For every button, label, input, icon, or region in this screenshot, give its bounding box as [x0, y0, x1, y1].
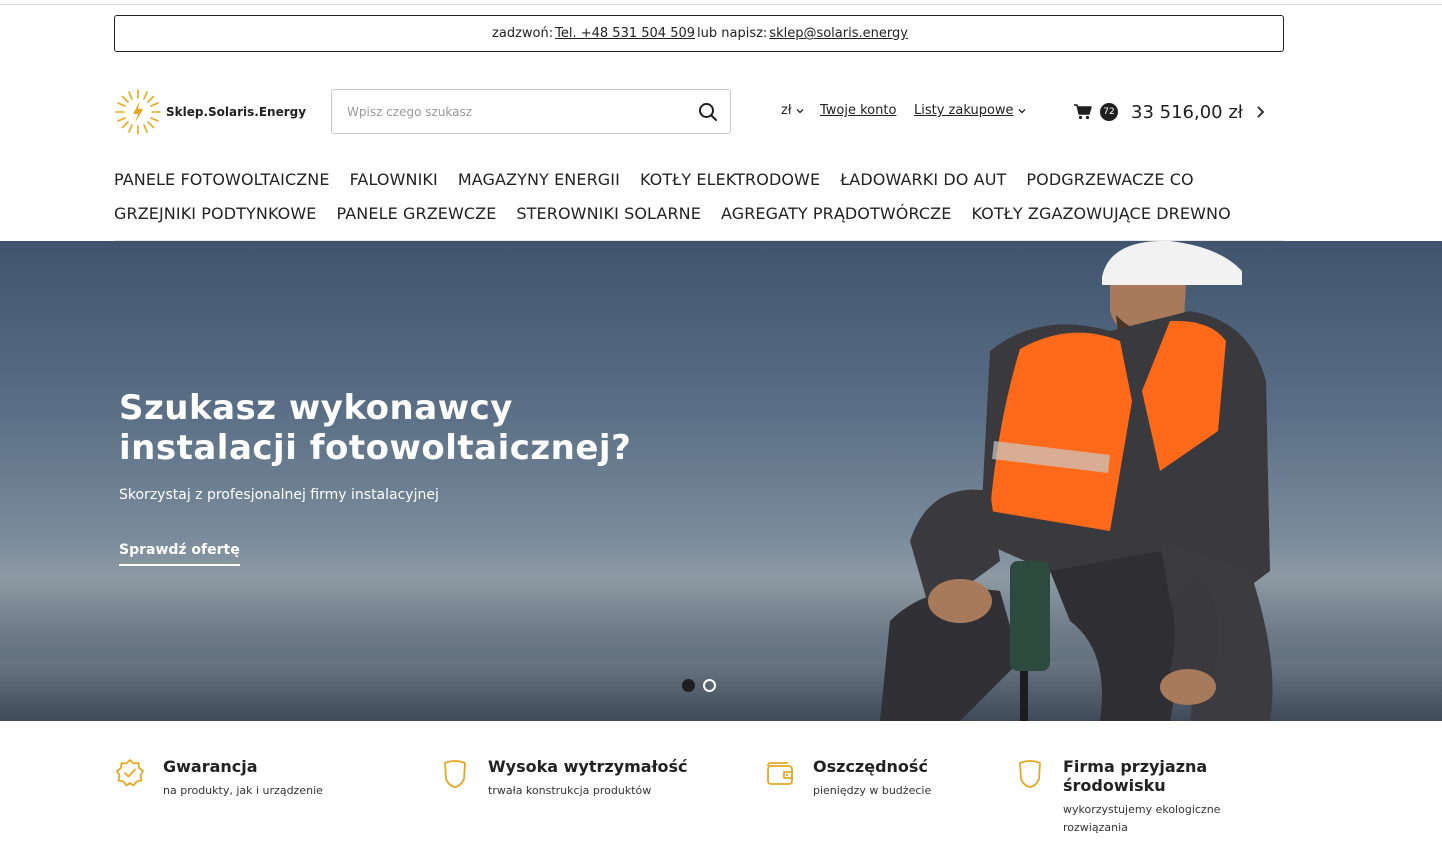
nav-item-grzejniki-podtynkowe[interactable]: GRZEJNIKI PODTYNKOWE [114, 204, 317, 223]
hero-title: Szukasz wykonawcy instalacji fotowoltaic… [119, 388, 631, 468]
feature-savings: Oszczędność pieniędzy w budżecie [764, 757, 931, 800]
feature-desc: pieniędzy w budżecie [813, 784, 932, 797]
carousel-dot-1[interactable] [682, 679, 695, 692]
sun-logo-icon [115, 89, 161, 135]
nav-item-podgrzewacze-co[interactable]: PODGRZEWACZE CO [1026, 170, 1193, 189]
search-box [331, 89, 731, 134]
cart-button[interactable]: 72 33 516,00 zł [1074, 99, 1265, 125]
feature-title: Gwarancja [163, 757, 258, 776]
hero-title-line-2: instalacji fotowoltaicznej? [119, 428, 632, 468]
nav-item-kotly-zgazowujace-drewno[interactable]: KOTŁY ZGAZOWUJĄCE DREWNO [971, 204, 1230, 223]
cart-total: 33 516,00 zł [1131, 101, 1243, 123]
feature-title: Wysoka wytrzymałość [488, 757, 688, 776]
feature-desc: na produkty, jak i urządzenie [163, 784, 323, 797]
carousel-dots [682, 679, 716, 692]
feature-warranty: Gwarancja na produkty, jak i urządzenie [114, 757, 323, 800]
nav-item-panele-grzewcze[interactable]: PANELE GRZEWCZE [337, 204, 497, 223]
chevron-down-icon [1018, 108, 1026, 113]
logo[interactable]: Sklep.Solaris.Energy [114, 88, 306, 136]
nav-row-2: GRZEJNIKI PODTYNKOWE PANELE GRZEWCZE STE… [114, 196, 1294, 230]
nav-item-magazyny-energii[interactable]: MAGAZYNY ENERGII [458, 170, 620, 189]
badge-check-icon [116, 759, 144, 787]
hero-worker-image [880, 241, 1273, 721]
shopping-lists-menu[interactable]: Listy zakupowe [914, 103, 1027, 118]
main-nav: PANELE FOTOWOLTAICZNE FALOWNIKI MAGAZYNY… [114, 162, 1294, 230]
hero-cta-link[interactable]: Sprawdź ofertę [119, 542, 240, 566]
contact-bar: zadzwoń: Tel. +48 531 504 509 lub napisz… [114, 15, 1284, 52]
contact-prefix: zadzwoń: [492, 26, 554, 41]
carousel-dot-2[interactable] [703, 679, 716, 692]
nav-row-1: PANELE FOTOWOLTAICZNE FALOWNIKI MAGAZYNY… [114, 162, 1294, 196]
currency-label: zł [781, 103, 792, 118]
logo-text: Sklep.Solaris.Energy [166, 105, 307, 119]
currency-selector[interactable]: zł [781, 103, 805, 118]
account-link[interactable]: Twoje konto [820, 103, 896, 118]
nav-item-sterowniki-solarne[interactable]: STEROWNIKI SOLARNE [516, 204, 701, 223]
feature-title: Oszczędność [813, 757, 928, 776]
search-input[interactable] [332, 90, 686, 133]
nav-item-falowniki[interactable]: FALOWNIKI [350, 170, 438, 189]
cart-icon [1074, 104, 1092, 120]
shopping-lists-label: Listy zakupowe [914, 103, 1014, 118]
feature-durability: Wysoka wytrzymałość trwała konstrukcja p… [439, 757, 688, 800]
top-divider [0, 4, 1442, 5]
contact-middle: lub napisz: [697, 26, 768, 41]
email-link[interactable]: sklep@solaris.energy [769, 26, 908, 41]
feature-title: Firma przyjazna środowisku [1063, 757, 1208, 795]
nav-item-ladowarki-do-aut[interactable]: ŁADOWARKI DO AUT [840, 170, 1006, 189]
shield-icon [1019, 760, 1041, 788]
shield-icon [444, 760, 466, 788]
feature-desc: trwała konstrukcja produktów [488, 784, 652, 797]
wallet-icon [767, 762, 793, 785]
search-button[interactable] [686, 90, 730, 133]
hero-title-line-1: Szukasz wykonawcy [119, 388, 513, 428]
phone-link[interactable]: Tel. +48 531 504 509 [555, 26, 695, 41]
nav-item-panele-fotowoltaiczne[interactable]: PANELE FOTOWOLTAICZNE [114, 170, 330, 189]
chevron-down-icon [796, 108, 803, 113]
hero-banner[interactable] [0, 241, 1442, 721]
chevron-right-icon [1257, 106, 1265, 118]
feature-desc: wykorzystujemy ekologiczne rozwiązania [1063, 803, 1221, 834]
hero-subtitle: Skorzystaj z profesjonalnej firmy instal… [119, 487, 439, 503]
nav-item-kotly-elektrodowe[interactable]: KOTŁY ELEKTRODOWE [640, 170, 820, 189]
nav-item-agregaty-pradotworcze[interactable]: AGREGATY PRĄDOTWÓRCZE [721, 204, 952, 223]
feature-eco: Firma przyjazna środowisku wykorzystujem… [1014, 757, 1293, 837]
search-icon [699, 102, 717, 121]
cart-count-badge: 72 [1100, 103, 1118, 121]
